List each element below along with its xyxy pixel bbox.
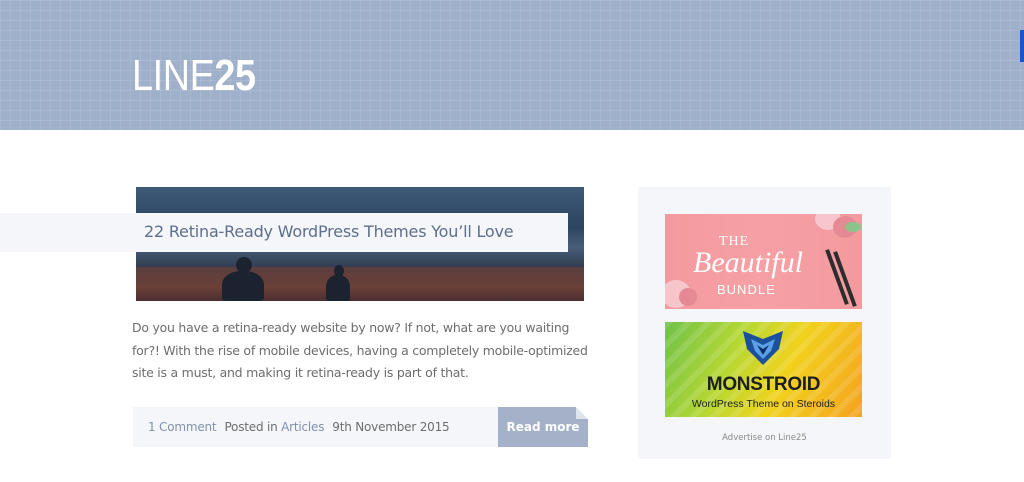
site-header: LINE25 <box>0 0 1024 130</box>
corner-fold <box>576 407 588 419</box>
posted-in-label: Posted in <box>224 420 278 434</box>
post-excerpt: Do you have a retina-ready website by no… <box>132 320 588 380</box>
ad2-subtitle: WordPress Theme on Steroids <box>691 398 836 410</box>
advertise-link[interactable]: Advertise on Line25 <box>638 433 891 443</box>
ad-banner-beautiful-bundle[interactable]: THE Beautiful BUNDLE <box>665 214 862 309</box>
person-silhouette <box>326 275 350 301</box>
read-more-button[interactable]: Read more <box>498 407 588 447</box>
post-date: 9th November 2015 <box>332 420 450 434</box>
scroll-indicator[interactable] <box>1020 30 1024 62</box>
logo-text-bold: 25 <box>214 51 256 100</box>
ad-banner-monstroid[interactable]: MONSTROID WordPress Theme on Steroids <box>665 322 862 417</box>
post-title-link[interactable]: 22 Retina-Ready WordPress Themes You’ll … <box>144 222 514 241</box>
logo-text-light: LINE <box>132 51 215 100</box>
person-silhouette <box>222 271 264 301</box>
ad1-line3: BUNDLE <box>717 282 776 297</box>
monstroid-logo-icon <box>743 331 783 365</box>
read-more-label: Read more <box>506 420 580 434</box>
comments-link[interactable]: 1 Comment <box>148 420 217 434</box>
post-meta: 1 Comment Posted in Articles 9th November … <box>148 420 450 434</box>
category-link[interactable]: Articles <box>281 420 324 434</box>
ad1-line2: Beautiful <box>693 246 803 279</box>
ad2-title: MONSTROID <box>706 374 821 395</box>
site-logo[interactable]: LINE25 <box>132 52 256 100</box>
